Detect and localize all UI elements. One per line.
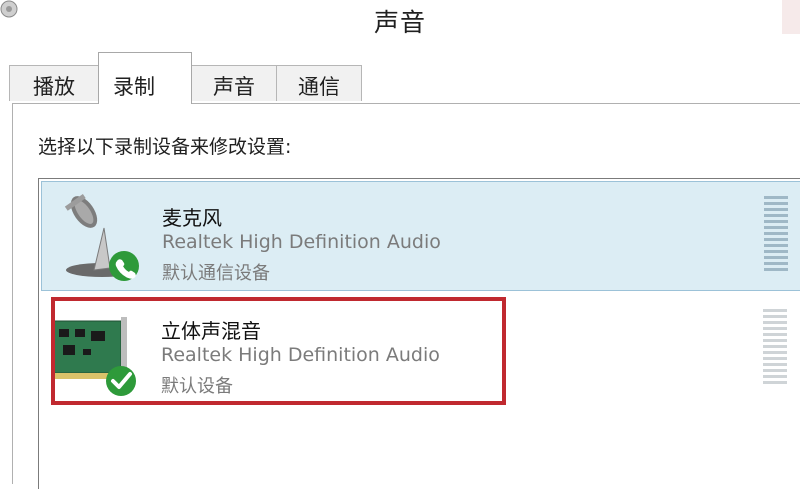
close-button[interactable]: [782, 0, 800, 34]
device-row-microphone[interactable]: 麦克风 Realtek High Definition Audio 默认通信设备: [41, 181, 800, 291]
tab-communications[interactable]: 通信: [276, 65, 362, 101]
instruction-text: 选择以下录制设备来修改设置:: [38, 136, 292, 158]
tab-strip: 播放 录制 声音 通信: [0, 52, 800, 104]
level-meter: [764, 196, 788, 271]
microphone-icon: [64, 194, 139, 281]
tab-playback[interactable]: 播放: [9, 65, 99, 101]
level-meter: [763, 309, 787, 384]
device-name: 麦克风: [162, 206, 222, 230]
window-title: 声音: [373, 8, 426, 37]
tab-sounds[interactable]: 声音: [191, 65, 277, 101]
device-driver: Realtek High Definition Audio: [162, 231, 441, 253]
title-bar: 声音: [0, 0, 800, 40]
annotation-highlight-box: [51, 297, 506, 405]
device-status: 默认通信设备: [162, 263, 270, 284]
tab-recording[interactable]: 录制: [98, 52, 192, 104]
